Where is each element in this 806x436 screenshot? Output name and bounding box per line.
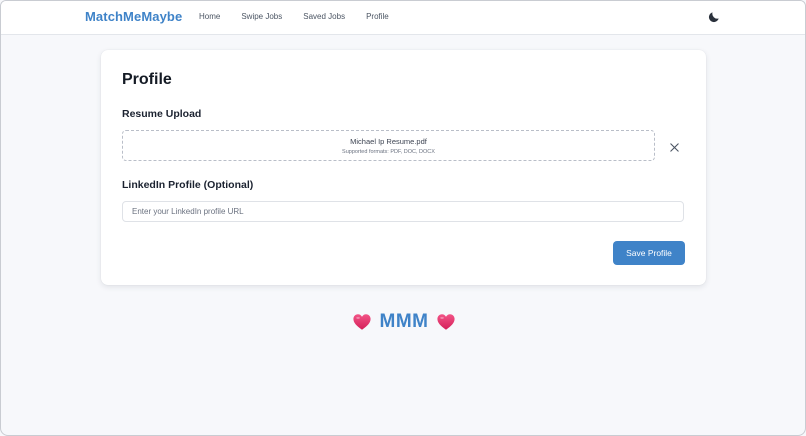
nav-links: Home Swipe Jobs Saved Jobs Profile <box>199 12 410 21</box>
nav-swipe-jobs[interactable]: Swipe Jobs <box>241 12 282 21</box>
nav-saved-jobs[interactable]: Saved Jobs <box>303 12 345 21</box>
profile-card: Profile Resume Upload Michael Ip Resume.… <box>101 50 706 285</box>
linkedin-url-input[interactable] <box>122 201 684 222</box>
save-profile-button[interactable]: Save Profile <box>613 241 685 265</box>
resume-upload-heading: Resume Upload <box>122 108 202 120</box>
resume-file-name: Michael Ip Resume.pdf <box>350 137 427 146</box>
resume-dropzone[interactable]: Michael Ip Resume.pdf Supported formats:… <box>122 130 655 161</box>
brand-logo[interactable]: MatchMeMaybe <box>85 9 182 24</box>
moon-icon[interactable] <box>707 10 721 24</box>
nav-home[interactable]: Home <box>199 12 220 21</box>
page-title: Profile <box>122 71 172 88</box>
navbar: MatchMeMaybe Home Swipe Jobs Saved Jobs … <box>1 1 805 35</box>
close-icon[interactable] <box>669 140 680 152</box>
footer-text: MMM <box>379 311 429 332</box>
supported-formats: Supported formats: PDF, DOC, DOCX <box>342 149 435 155</box>
heart-icon <box>352 313 372 331</box>
app-window: MatchMeMaybe Home Swipe Jobs Saved Jobs … <box>0 0 806 436</box>
footer-logo: MMM <box>1 311 805 333</box>
linkedin-heading: LinkedIn Profile (Optional) <box>122 179 254 191</box>
heart-icon <box>436 313 456 331</box>
nav-profile[interactable]: Profile <box>366 12 389 21</box>
